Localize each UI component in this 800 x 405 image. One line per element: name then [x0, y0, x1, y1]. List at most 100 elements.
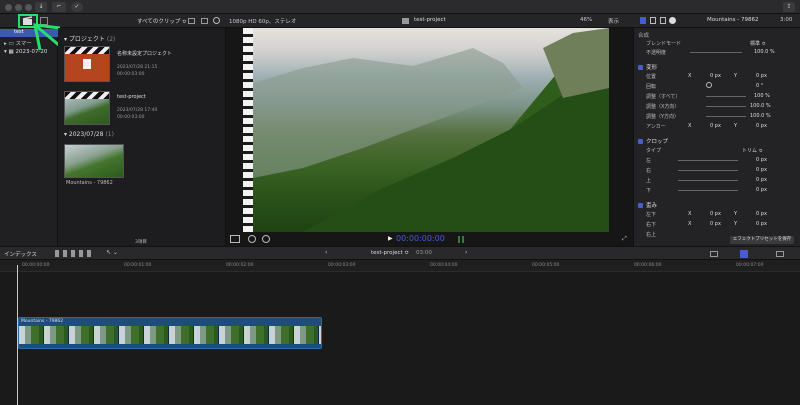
timeline-clip[interactable]: Mountains - 79862 — [18, 317, 322, 349]
clapper-icon[interactable] — [188, 18, 195, 24]
play-button[interactable]: ▶ — [388, 235, 393, 242]
distort-br-row: 右下 X 0 px Y 0 px — [646, 221, 767, 228]
save-effects-preset-button[interactable]: エフェクトプリセットを保存 — [730, 236, 794, 244]
audio-skimming-icon[interactable] — [740, 250, 748, 258]
select-tool-icon[interactable]: ↖ ⌄ — [106, 249, 118, 256]
transform-tool-icon[interactable] — [230, 235, 240, 243]
clip-appearance-icon[interactable] — [710, 251, 718, 257]
zoom-window-button[interactable] — [25, 4, 32, 11]
import-icon[interactable]: ↓ — [35, 2, 47, 12]
row-label: 下 — [646, 188, 652, 194]
effects-browser-icon[interactable] — [776, 251, 784, 257]
header-row: すべてのクリップ ≎ 1080p HD 60p、ステレオ test-projec… — [0, 14, 800, 28]
scale-x-row: 調整（X方向） 100.0 % — [638, 103, 796, 111]
date-section-header[interactable]: ▾ 2023/07/28 (1) — [64, 131, 114, 138]
ruler-tick: 00:00:03:00 — [328, 263, 356, 268]
rotation-dial[interactable] — [706, 82, 712, 88]
edit-buttons[interactable] — [55, 250, 95, 257]
check-circle-icon[interactable]: ✓ — [71, 2, 83, 12]
crop-right-value[interactable]: 0 px — [756, 167, 767, 173]
clip-name: Mountains - 79862 — [66, 180, 113, 186]
project-thumbnail[interactable] — [64, 46, 110, 82]
row-label: 調整（すべて） — [646, 94, 681, 100]
crop-left-slider[interactable] — [678, 160, 738, 161]
minimize-window-button[interactable] — [15, 4, 22, 11]
anchor-row: アンカー X 0 px Y 0 px — [646, 123, 767, 130]
crop-top-slider[interactable] — [678, 180, 738, 181]
video-inspector-icon[interactable] — [640, 17, 646, 24]
viewer: ▶ 00:00:00:00 ⤢ — [226, 28, 634, 246]
scale-x-slider[interactable] — [706, 106, 746, 107]
key-icon[interactable]: ⌐ — [52, 2, 66, 12]
compositing-section: 合成 — [638, 31, 796, 40]
clip-thumbnail[interactable] — [64, 144, 124, 178]
distort-bl-y[interactable]: 0 px — [756, 211, 767, 217]
close-window-button[interactable] — [5, 4, 12, 11]
distort-section[interactable]: 歪み — [638, 201, 796, 210]
row-label: ブレンドモード — [646, 41, 682, 47]
opacity-value[interactable]: 100.0 % — [754, 49, 775, 55]
scale-y-value[interactable]: 100.0 % — [750, 113, 771, 119]
enhance-icon[interactable] — [248, 235, 256, 243]
ruler-tick: 00:00:04:00 — [430, 263, 458, 268]
info-icon[interactable] — [669, 17, 676, 24]
view-dropdown[interactable]: 表示 — [608, 17, 619, 25]
checkbox[interactable] — [638, 65, 643, 70]
color-inspector-icon[interactable] — [650, 17, 656, 24]
blend-mode-dropdown[interactable]: 標準 ≎ — [750, 40, 766, 47]
search-icon[interactable] — [213, 17, 220, 24]
crop-section[interactable]: クロップ — [638, 137, 796, 146]
timeline-project-name[interactable]: test-project ≎ — [371, 250, 409, 256]
sidebar-item-smart-collections[interactable]: ▸ ▭ スマー — [4, 39, 32, 47]
share-icon[interactable]: ⇪ — [783, 2, 795, 12]
index-button[interactable]: インデックス — [4, 250, 37, 258]
clip-browser: ▾ プロジェクト (2) 名称未設定プロジェクト 2023/07/28 21:1… — [58, 28, 226, 246]
position-y-field[interactable]: 0 px — [756, 73, 767, 79]
zoom-dropdown[interactable]: 46% — [580, 17, 592, 23]
clip-label: Mountains - 79862 — [21, 319, 64, 324]
projects-section-header[interactable]: ▾ プロジェクト (2) — [64, 34, 115, 43]
ruler-tick: 00:00:00:00 — [22, 263, 50, 268]
distort-br-x[interactable]: 0 px — [710, 221, 721, 227]
video-frame[interactable] — [243, 28, 609, 232]
checkbox[interactable] — [638, 139, 643, 144]
crop-bottom-value[interactable]: 0 px — [756, 187, 767, 193]
anchor-x-field[interactable]: 0 px — [710, 123, 721, 129]
back-arrow-icon[interactable]: ‹ — [325, 249, 327, 256]
crop-type-dropdown[interactable]: トリム ≎ — [742, 147, 763, 154]
timeline: 00:00:00:00 00:00:01:00 00:00:02:00 00:0… — [0, 260, 800, 405]
section-title: 合成 — [638, 33, 650, 39]
anchor-y-field[interactable]: 0 px — [756, 123, 767, 129]
scale-y-slider[interactable] — [706, 116, 746, 117]
crop-right-row: 右 0 px — [638, 167, 796, 175]
crop-top-value[interactable]: 0 px — [756, 177, 767, 183]
scale-x-value[interactable]: 100.0 % — [750, 103, 771, 109]
ruler-tick: 00:00:02:00 — [226, 263, 254, 268]
distort-bl-x[interactable]: 0 px — [710, 211, 721, 217]
row-label: アンカー — [646, 124, 666, 130]
scale-all-slider[interactable] — [706, 96, 746, 97]
fullscreen-icon[interactable]: ⤢ — [622, 235, 627, 243]
clip-filter-dropdown[interactable]: すべてのクリップ ≎ — [137, 17, 187, 25]
rotation-value[interactable]: 0 ° — [756, 83, 763, 89]
list-view-icon[interactable] — [201, 18, 208, 24]
crop-type-row: タイプ トリム ≎ — [638, 147, 796, 155]
checkbox[interactable] — [638, 203, 643, 208]
scale-all-value[interactable]: 100 % — [754, 93, 770, 99]
position-x-field[interactable]: 0 px — [710, 73, 721, 79]
timeline-ruler[interactable]: 00:00:00:00 00:00:01:00 00:00:02:00 00:0… — [0, 260, 800, 272]
speed-icon[interactable] — [262, 235, 270, 243]
scale-all-row: 調整（すべて） 100 % — [638, 93, 796, 101]
item-count: 3項目 — [135, 240, 147, 245]
transform-section[interactable]: 変形 — [638, 63, 796, 72]
crop-left-value[interactable]: 0 px — [756, 157, 767, 163]
inspector-duration: 3:00 — [780, 17, 793, 23]
opacity-slider[interactable] — [690, 52, 742, 53]
crop-bottom-slider[interactable] — [678, 190, 738, 191]
toolbar: ↓ ⌐ ✓ ⇪ — [0, 0, 800, 14]
audio-inspector-icon[interactable] — [660, 17, 666, 24]
distort-br-y[interactable]: 0 px — [756, 221, 767, 227]
crop-right-slider[interactable] — [678, 170, 738, 171]
project-thumbnail[interactable] — [64, 91, 110, 125]
forward-arrow-icon[interactable]: › — [465, 249, 467, 256]
